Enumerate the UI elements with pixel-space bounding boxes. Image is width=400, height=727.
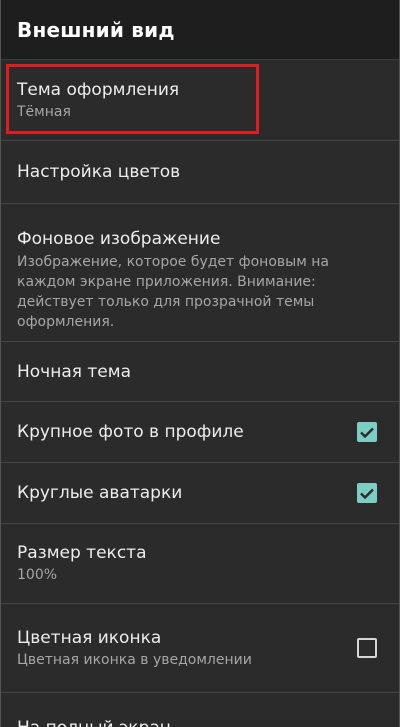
setting-background-title: Фоновое изображение [17, 229, 221, 249]
setting-big-photo-text: Крупное фото в профиле [17, 421, 357, 443]
checkmark-icon [360, 488, 374, 499]
setting-color-icon-subtitle: Цветная иконка в уведомлении [17, 651, 252, 668]
setting-round-avatars-text: Круглые аватарки [17, 482, 357, 504]
setting-background-desc-line: Изображение, которое будет фоновым на [17, 254, 329, 270]
toolbar: Внешний вид [1, 0, 399, 60]
setting-theme-value: Тёмная [17, 103, 71, 120]
setting-background-image[interactable]: Фоновое изображение Изображение, которое… [1, 204, 399, 342]
setting-big-photo-title: Крупное фото в профиле [17, 422, 244, 442]
setting-fullscreen[interactable]: На полный экран [1, 693, 399, 727]
setting-theme-text: Тема оформления Тёмная [17, 79, 383, 122]
setting-text-size[interactable]: Размер текста 100% [1, 524, 399, 604]
setting-color-icon-text: Цветная иконка Цветная иконка в уведомле… [17, 627, 357, 670]
page-title: Внешний вид [17, 17, 175, 42]
setting-background-description: Изображение, которое будет фоновым на ка… [17, 252, 383, 332]
setting-text-size-title: Размер текста [17, 543, 147, 563]
setting-color-icon-title: Цветная иконка [17, 627, 162, 648]
big-photo-checkbox[interactable] [357, 422, 377, 442]
setting-background-desc-line: действует только для прозрачной темы [17, 294, 315, 310]
setting-background-desc-line: каждом экране приложения. Внимание: [17, 274, 316, 290]
setting-colors[interactable]: Настройка цветов [1, 141, 399, 204]
setting-round-avatars[interactable]: Круглые аватарки [1, 463, 399, 524]
setting-text-size-value: 100% [17, 567, 58, 583]
setting-theme[interactable]: Тема оформления Тёмная [1, 60, 399, 141]
checkmark-icon [360, 427, 374, 438]
round-avatars-checkbox[interactable] [357, 483, 377, 503]
setting-theme-title: Тема оформления [17, 79, 180, 100]
setting-night-text: Ночная тема [17, 361, 383, 383]
setting-colors-text: Настройка цветов [17, 161, 383, 183]
setting-text-size-text: Размер текста 100% [17, 542, 383, 585]
settings-screen: Внешний вид Тема оформления Тёмная Настр… [0, 0, 400, 727]
settings-list: Тема оформления Тёмная Настройка цветов … [1, 60, 399, 727]
setting-night-title: Ночная тема [17, 361, 131, 382]
setting-night-theme[interactable]: Ночная тема [1, 342, 399, 402]
setting-background-text: Фоновое изображение Изображение, которое… [17, 228, 383, 332]
setting-color-icon[interactable]: Цветная иконка Цветная иконка в уведомле… [1, 604, 399, 693]
setting-fullscreen-title: На полный экран [17, 717, 383, 727]
setting-big-photo[interactable]: Крупное фото в профиле [1, 402, 399, 463]
color-icon-checkbox[interactable] [357, 638, 377, 658]
setting-background-desc-line: оформления. [17, 314, 115, 330]
setting-round-avatars-title: Круглые аватарки [17, 483, 183, 503]
setting-colors-title: Настройка цветов [17, 162, 181, 182]
setting-fullscreen-text: На полный экран [17, 717, 383, 727]
